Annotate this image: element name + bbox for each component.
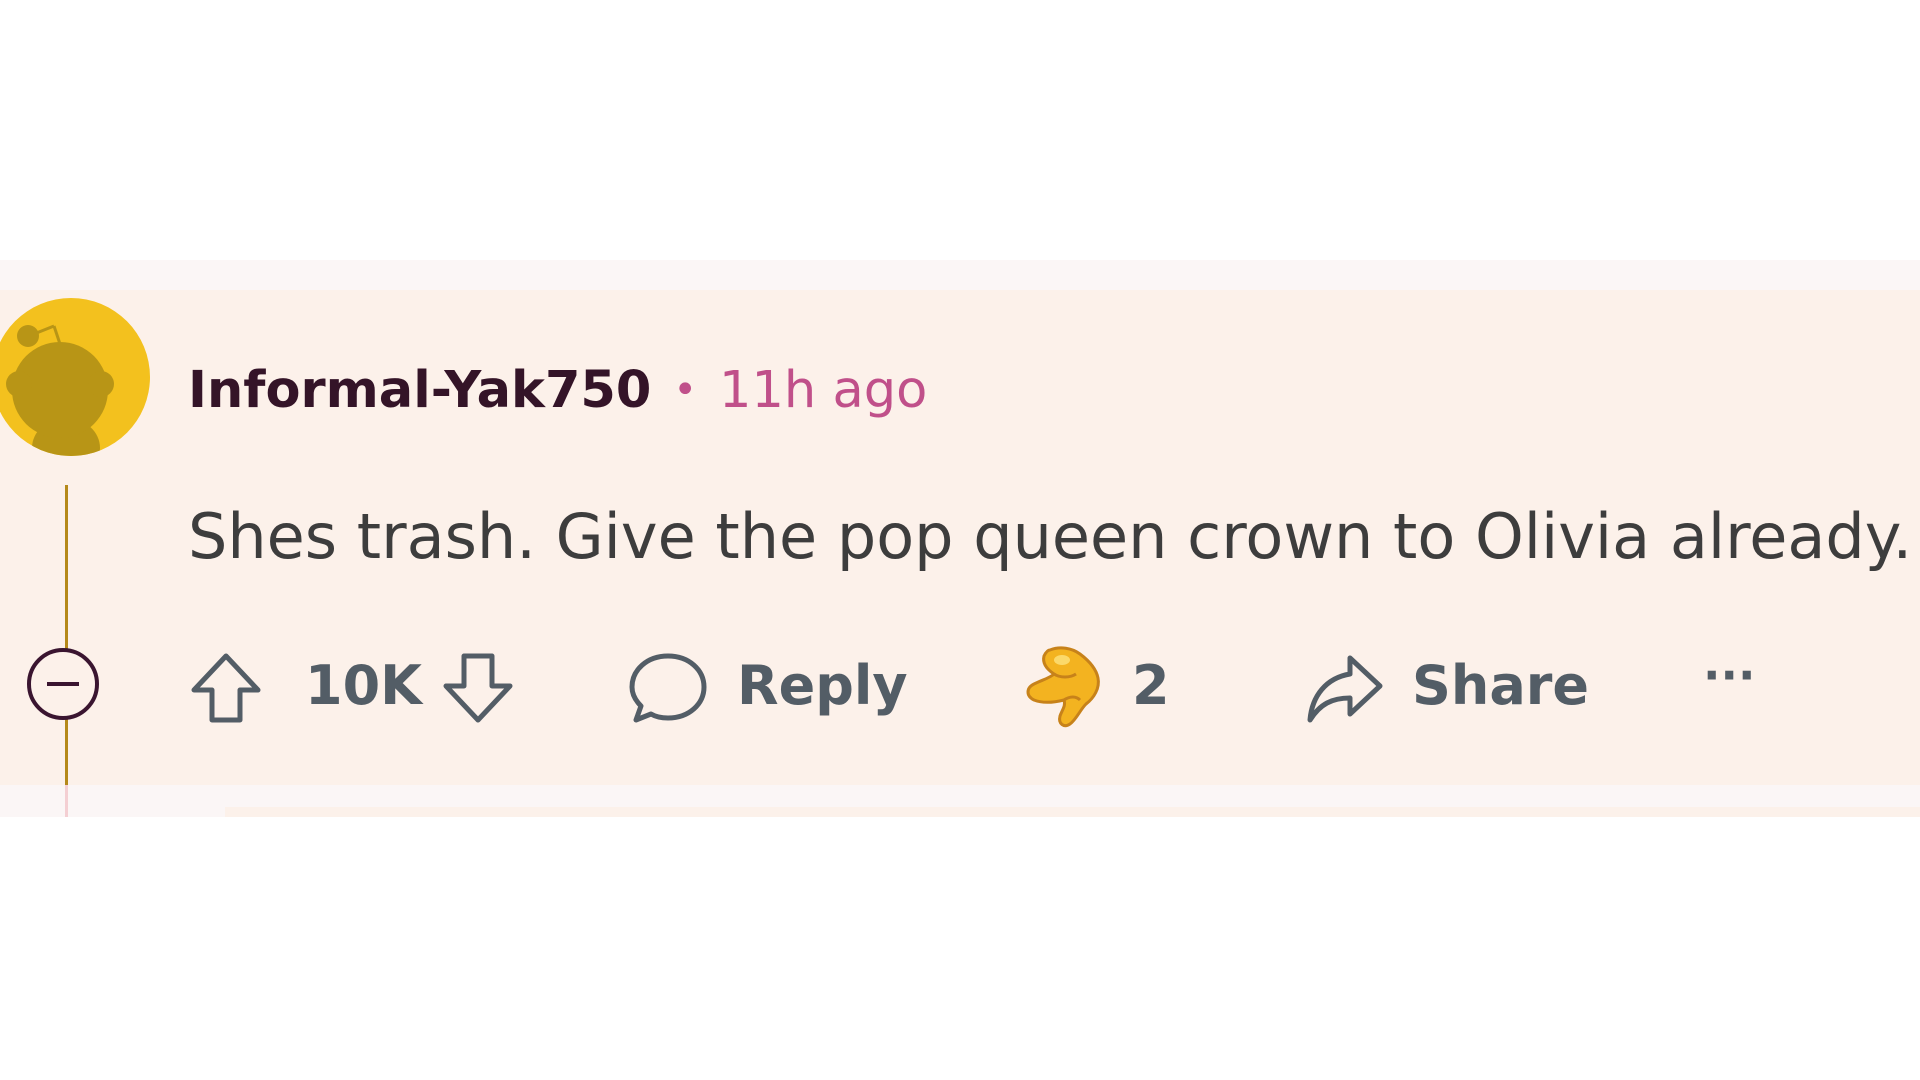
pointing-hand-award-icon[interactable]	[1020, 644, 1108, 730]
minus-glyph	[47, 682, 79, 686]
next-comment-top	[225, 807, 1920, 817]
reddit-comment-page: Informal-Yak750 • 11h ago Shes trash. Gi…	[0, 0, 1920, 1080]
comment-body: Shes trash. Give the pop queen crown to …	[188, 500, 1913, 573]
upvote-arrow-icon[interactable]	[188, 650, 264, 726]
next-comment-strip	[0, 785, 1920, 817]
reply-button[interactable]: Reply	[737, 654, 908, 717]
comment-meta: Informal-Yak750 • 11h ago	[188, 355, 927, 425]
thread-line-continuation	[65, 785, 68, 817]
top-strip	[0, 260, 1920, 290]
speech-bubble-icon[interactable]	[628, 650, 708, 726]
downvote-arrow-icon[interactable]	[440, 650, 516, 726]
share-button[interactable]: Share	[1412, 654, 1589, 717]
collapse-minus-icon[interactable]	[27, 648, 99, 720]
vote-count: 10K	[305, 654, 422, 717]
timestamp[interactable]: 11h ago	[719, 361, 927, 420]
username-link[interactable]: Informal-Yak750	[188, 361, 651, 420]
more-options-button[interactable]: ···	[1703, 648, 1755, 702]
meta-separator: •	[673, 367, 698, 413]
share-arrow-icon[interactable]	[1304, 650, 1384, 726]
thread-line	[65, 485, 68, 785]
award-count: 2	[1132, 654, 1170, 717]
